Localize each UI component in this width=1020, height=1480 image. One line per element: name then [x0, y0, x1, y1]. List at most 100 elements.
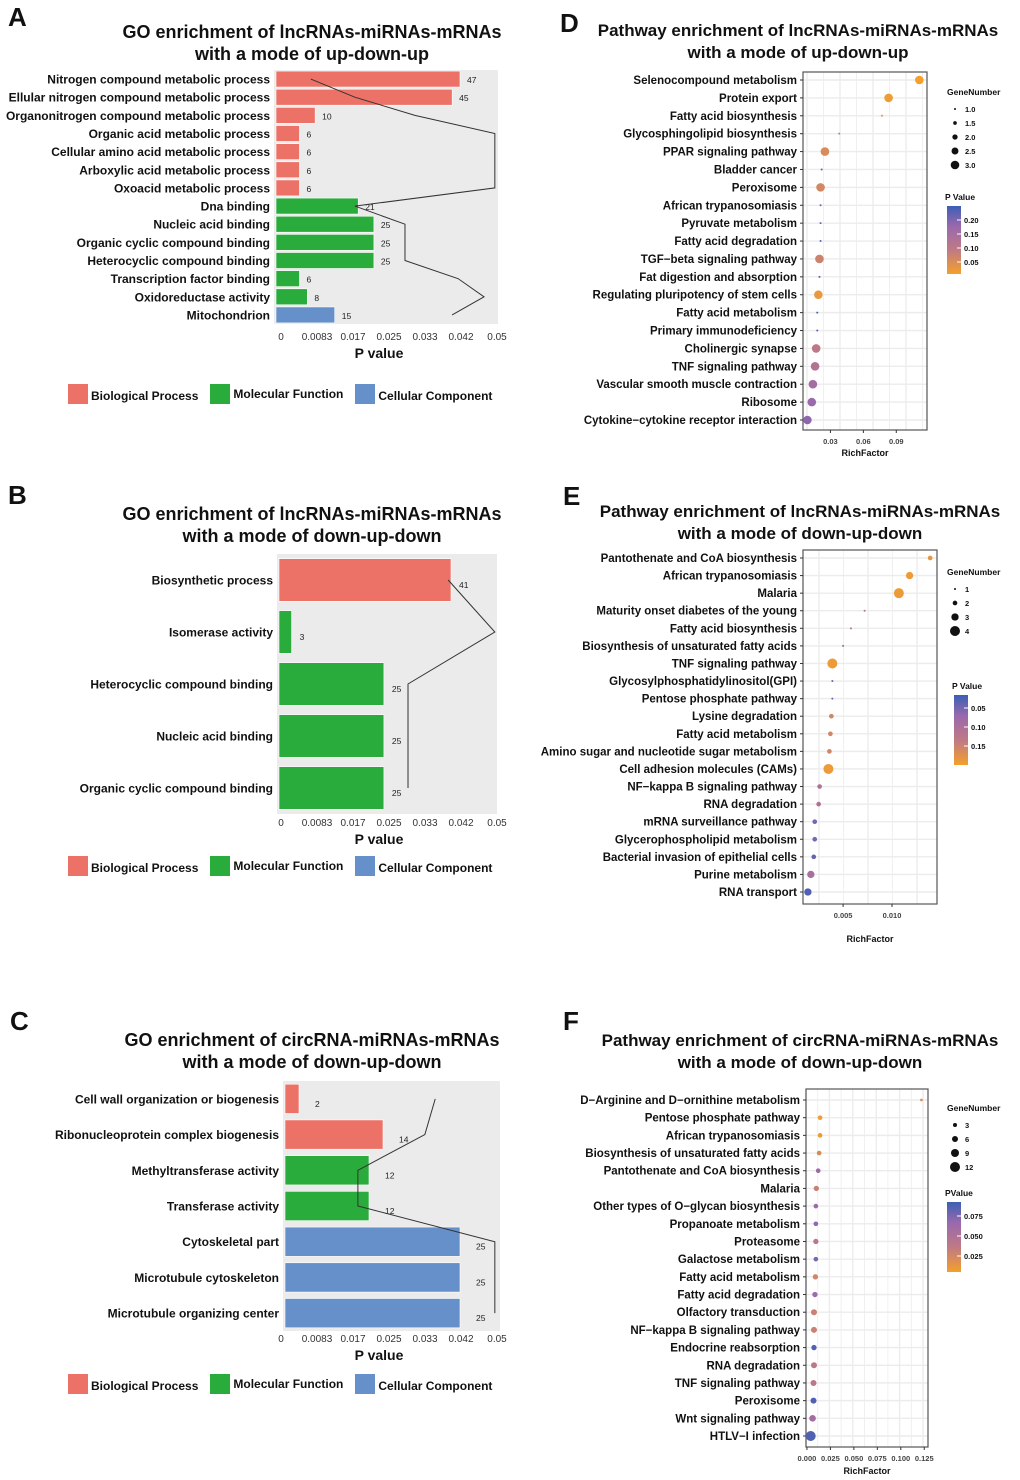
- data-point: [829, 713, 834, 719]
- size-legend-label: 3: [965, 1121, 969, 1130]
- x-tick-label: 0.09: [889, 437, 904, 446]
- x-tick-label: 0.050: [844, 1454, 863, 1463]
- bar: [275, 161, 300, 179]
- bar-value-label: 25: [381, 220, 391, 230]
- legend-label-mf: Molecular Function: [233, 859, 344, 873]
- data-point: [816, 801, 821, 807]
- color-legend-bar: [954, 695, 968, 765]
- bar: [278, 662, 385, 706]
- bar-value-label: 25: [476, 1242, 486, 1252]
- size-legend-dot: [954, 588, 956, 590]
- category-label: Arboxylic acid metabolic process: [79, 163, 270, 177]
- category-label: Heterocyclic compound binding: [87, 254, 270, 268]
- size-legend-label: 12: [965, 1163, 973, 1172]
- pathway-label: HTLV−I infection: [710, 1431, 800, 1443]
- data-point: [893, 588, 904, 599]
- pathway-label: Glycerophospholipid metabolism: [615, 834, 797, 846]
- bar-value-label: 25: [476, 1313, 486, 1323]
- x-tick-label: 0.033: [412, 818, 437, 829]
- pathway-label: Fat digestion and absorption: [639, 272, 797, 284]
- legend-swatch-bp: [68, 856, 88, 876]
- data-point: [827, 658, 838, 669]
- bar-value-label: 6: [306, 148, 311, 158]
- pathway-label: African trypanosomiasis: [663, 200, 797, 212]
- size-legend-title: GeneNumber: [947, 87, 1001, 97]
- pathway-label: TNF signaling pathway: [672, 361, 798, 373]
- bar: [275, 70, 461, 88]
- pathway-label: Proteasome: [734, 1236, 800, 1248]
- bar-value-label: 3: [300, 632, 305, 642]
- x-axis-label: P value: [355, 345, 404, 361]
- size-legend-label: 1: [965, 585, 969, 594]
- bar: [275, 288, 308, 306]
- pathway-label: Bacterial invasion of epithelial cells: [603, 852, 797, 864]
- bar: [275, 88, 453, 106]
- pathway-label: African trypanosomiasis: [663, 571, 797, 583]
- legend-item-cc: Cellular Component: [355, 384, 492, 404]
- pathway-label: Pentose phosphate pathway: [645, 1113, 801, 1125]
- category-label: Cell wall organization or biogenesis: [75, 1092, 279, 1106]
- bar-value-label: 25: [476, 1277, 486, 1287]
- chart-title: Pathway enrichment of lncRNAs-miRNAs-mRN…: [598, 21, 999, 40]
- size-legend-dot: [950, 160, 960, 170]
- data-point: [927, 555, 933, 561]
- size-legend-label: 1.0: [965, 105, 975, 114]
- bar: [284, 1155, 370, 1186]
- legend-swatch-bp: [68, 1374, 88, 1394]
- pathway-label: African trypanosomiasis: [666, 1130, 800, 1142]
- pathway-label: Cell adhesion molecules (CAMs): [619, 764, 797, 776]
- category-label: Biosynthetic process: [152, 574, 274, 588]
- legend-label-mf: Molecular Function: [233, 387, 344, 401]
- pathway-label: Amino sugar and nucleotide sugar metabol…: [541, 746, 797, 758]
- data-point: [808, 379, 818, 389]
- bar-value-label: 25: [381, 238, 391, 248]
- color-legend-label: 0.075: [964, 1212, 983, 1221]
- chart-title: GO enrichment of circRNA-miRNAs-mRNAs: [124, 1030, 499, 1050]
- bar: [284, 1298, 461, 1329]
- category-label: Nucleic acid binding: [156, 730, 273, 744]
- data-point: [810, 1326, 817, 1333]
- data-point: [816, 311, 819, 314]
- pathway-label: Ribosome: [741, 397, 797, 409]
- pathway-label: Fatty acid degradation: [677, 1290, 800, 1302]
- color-legend-title: PValue: [945, 1188, 973, 1198]
- legend-label-cc: Cellular Component: [378, 389, 493, 403]
- data-point: [815, 254, 824, 264]
- bar: [275, 234, 375, 251]
- legend-swatch-cc: [355, 384, 376, 404]
- pathway-label: Peroxisome: [735, 1396, 800, 1408]
- data-point: [811, 1344, 817, 1351]
- data-point: [810, 1362, 817, 1369]
- category-label: Nucleic acid binding: [153, 218, 270, 232]
- bar: [275, 143, 300, 160]
- size-legend-dot: [953, 1123, 957, 1127]
- pathway-label: Protein export: [719, 93, 797, 105]
- data-point: [810, 362, 820, 371]
- pathway-label: Endocrine reabsorption: [670, 1343, 800, 1355]
- pathway-label: Pantothenate and CoA biosynthesis: [604, 1166, 800, 1178]
- data-point: [807, 870, 815, 879]
- pathway-label: Malaria: [760, 1183, 800, 1195]
- size-legend-label: 3: [965, 613, 969, 622]
- pathway-label: Glycosylphosphatidylinositol(GPI): [609, 676, 797, 688]
- pathway-label: Selenocompound metabolism: [633, 75, 797, 87]
- pathway-label: Bladder cancer: [714, 164, 798, 176]
- data-point: [828, 731, 833, 737]
- data-point: [816, 183, 825, 192]
- legend-label-bp: Biological Process: [91, 861, 199, 875]
- data-point: [813, 1203, 819, 1209]
- legend-item-mf: Molecular Function: [210, 384, 343, 404]
- color-legend-label: 0.10: [964, 244, 979, 253]
- size-legend-label: 3.0: [965, 161, 975, 170]
- bar-value-label: 6: [306, 275, 311, 285]
- pathway-label: Glycosphingolipid biosynthesis: [623, 129, 797, 141]
- chart-subtitle: with a mode of down-up-down: [182, 526, 442, 546]
- bar-value-label: 6: [306, 184, 311, 194]
- pathway-label: Wnt signaling pathway: [675, 1413, 800, 1425]
- pathway-label: Pyruvate metabolism: [681, 218, 797, 230]
- chart-subtitle: with a mode of down-up-down: [677, 524, 923, 543]
- legend-item-mf: Molecular Function: [210, 1374, 343, 1394]
- plot-frame: [802, 71, 928, 431]
- x-tick-label: 0.025: [376, 818, 401, 829]
- pathway-label: Cytokine−cytokine receptor interaction: [584, 415, 797, 427]
